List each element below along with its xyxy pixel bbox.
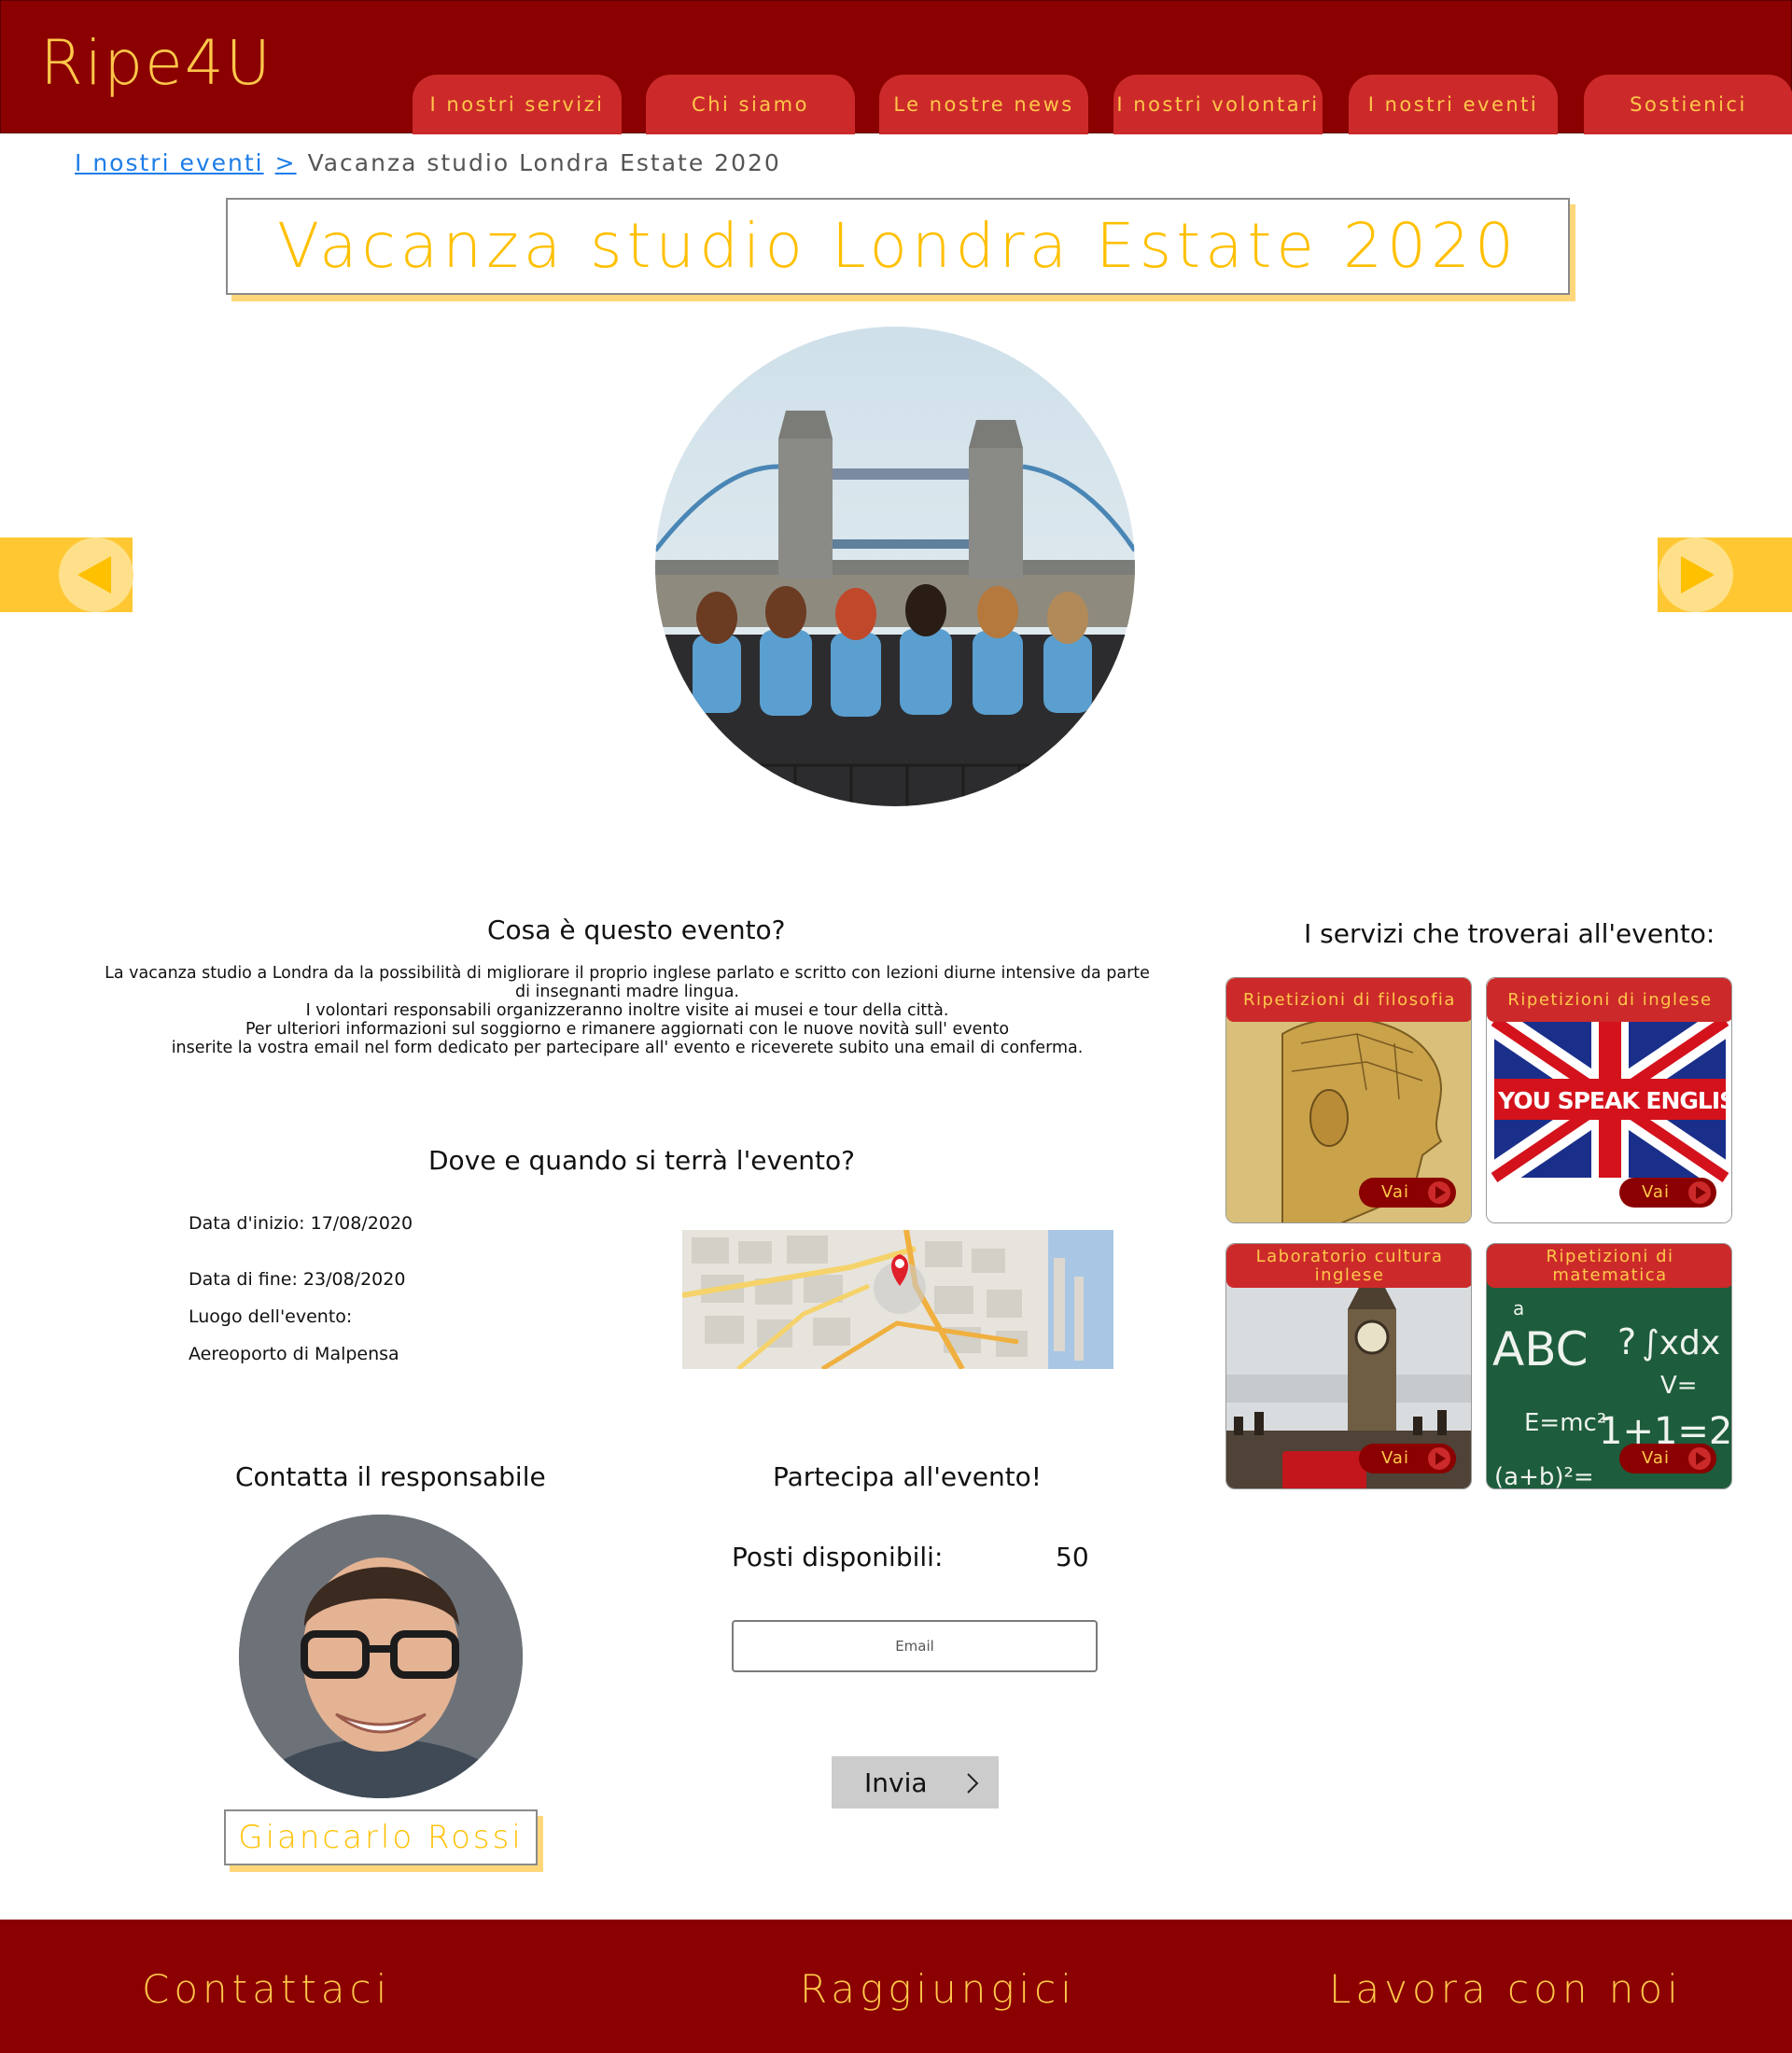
contact-heading: Contatta il responsabile	[235, 1461, 546, 1492]
play-icon	[1428, 1181, 1450, 1204]
service-card-label: Laboratorio cultura inglese	[1226, 1244, 1471, 1288]
art-text: V=	[1660, 1372, 1698, 1400]
submit-button[interactable]: Invia	[832, 1756, 999, 1809]
tower-bridge-photo	[655, 327, 1135, 806]
event-map[interactable]	[682, 1230, 1113, 1369]
art-caption: DO YOU SPEAK ENGLISH?	[1487, 1087, 1732, 1114]
submit-label: Invia	[864, 1767, 928, 1798]
footer-link-contattaci[interactable]: Contattaci	[142, 1966, 391, 2012]
about-line: inserite la vostra email nel form dedica…	[171, 1039, 1084, 1057]
service-go-button[interactable]: Vai	[1359, 1178, 1456, 1208]
service-card-label: Ripetizioni di matematica	[1487, 1244, 1731, 1288]
go-label: Vai	[1381, 1448, 1409, 1468]
about-line: La vacanza studio a Londra da la possibi…	[105, 964, 1150, 983]
service-card-inglese[interactable]: DO YOU SPEAK ENGLISH? Ripetizioni di ing…	[1486, 977, 1732, 1223]
footer-link-lavora[interactable]: Lavora con noi	[1329, 1966, 1683, 2012]
event-title-box: Vacanza studio Londra Estate 2020	[226, 198, 1570, 295]
about-heading: Cosa è questo evento?	[487, 915, 786, 945]
about-description: La vacanza studio a Londra da la possibi…	[75, 964, 1180, 1057]
start-date: Data d'inizio: 17/08/2020	[189, 1213, 413, 1234]
seats-value: 50	[1056, 1542, 1089, 1572]
art-text: ∫xdx	[1642, 1324, 1720, 1362]
person-photo	[239, 1515, 523, 1798]
breadcrumb-current: Vacanza studio Londra Estate 2020	[307, 149, 781, 176]
seats-label: Posti disponibili:	[732, 1542, 944, 1572]
carousel-prev-button[interactable]	[59, 538, 133, 612]
go-label: Vai	[1642, 1182, 1670, 1202]
avatar	[239, 1515, 523, 1798]
carousel-next-button[interactable]	[1659, 538, 1733, 612]
services-heading: I servizi che troverai all'evento:	[1304, 918, 1715, 949]
go-label: Vai	[1642, 1448, 1670, 1468]
arrow-right-icon	[1681, 556, 1715, 594]
service-card-label: Ripetizioni di inglese	[1487, 978, 1731, 1022]
event-hero-image	[655, 327, 1135, 806]
art-text: (a+b)²=	[1494, 1463, 1594, 1489]
contact-name-box: Giancarlo Rossi	[224, 1809, 538, 1865]
email-field[interactable]	[732, 1620, 1098, 1672]
location-value: Aereoporto di Malpensa	[189, 1344, 399, 1364]
play-icon	[1688, 1181, 1711, 1204]
play-icon	[1428, 1447, 1450, 1470]
site-logo[interactable]: Ripe4U	[40, 27, 273, 99]
breadcrumb-separator: >	[274, 149, 297, 176]
site-footer: Contattaci Raggiungici Lavora con noi	[0, 1920, 1792, 2053]
play-icon	[1688, 1447, 1711, 1470]
service-card-cultura[interactable]: Laboratorio cultura inglese Vai	[1225, 1243, 1472, 1489]
about-line: Per ulteriori informazioni sul soggiorno…	[245, 1020, 1010, 1039]
page-title: Vacanza studio Londra Estate 2020	[277, 210, 1519, 282]
nav-tab-sostienici[interactable]: Sostienici	[1584, 75, 1792, 134]
service-go-button[interactable]: Vai	[1619, 1444, 1716, 1473]
end-date: Data di fine: 23/08/2020	[189, 1269, 406, 1290]
location-label: Luogo dell'evento:	[189, 1306, 353, 1327]
nav-tab-eventi[interactable]: I nostri eventi	[1349, 75, 1558, 134]
nav-tab-news[interactable]: Le nostre news	[879, 75, 1088, 134]
footer-link-raggiungici[interactable]: Raggiungici	[800, 1966, 1076, 2012]
map-image	[682, 1230, 1113, 1369]
art-text: E=mc²	[1524, 1409, 1606, 1437]
about-line: di insegnanti madre lingua.	[515, 983, 739, 1001]
nav-tab-servizi[interactable]: I nostri servizi	[413, 75, 622, 134]
contact-name: Giancarlo Rossi	[238, 1819, 524, 1856]
service-go-button[interactable]: Vai	[1619, 1178, 1716, 1208]
breadcrumb: I nostri eventi > Vacanza studio Londra Es…	[75, 149, 781, 176]
service-card-matematica[interactable]: ABC ? ∫xdx V= E=mc² 1+1=2 (a+b)²= a Ripe…	[1486, 1243, 1732, 1489]
arrow-left-icon	[77, 556, 111, 594]
nav-tab-volontari[interactable]: I nostri volontari	[1113, 75, 1323, 134]
join-heading: Partecipa all'evento!	[773, 1461, 1043, 1492]
nav-tab-chi-siamo[interactable]: Chi siamo	[646, 75, 855, 134]
art-text: a	[1513, 1297, 1524, 1320]
about-line: I volontari responsabili organizzeranno …	[305, 1001, 949, 1020]
go-label: Vai	[1381, 1182, 1409, 1202]
site-header: Ripe4U I nostri servizi Chi siamo Le nos…	[0, 0, 1792, 134]
service-card-filosofia[interactable]: Ripetizioni di filosofia Vai	[1225, 977, 1472, 1223]
breadcrumb-link-eventi[interactable]: I nostri eventi	[75, 149, 264, 176]
where-when-heading: Dove e quando si terrà l'evento?	[428, 1145, 856, 1176]
art-text: ABC	[1492, 1322, 1589, 1376]
service-go-button[interactable]: Vai	[1359, 1444, 1456, 1473]
chevron-right-icon	[967, 1773, 979, 1794]
service-card-label: Ripetizioni di filosofia	[1226, 978, 1471, 1022]
art-text: ?	[1617, 1321, 1636, 1362]
